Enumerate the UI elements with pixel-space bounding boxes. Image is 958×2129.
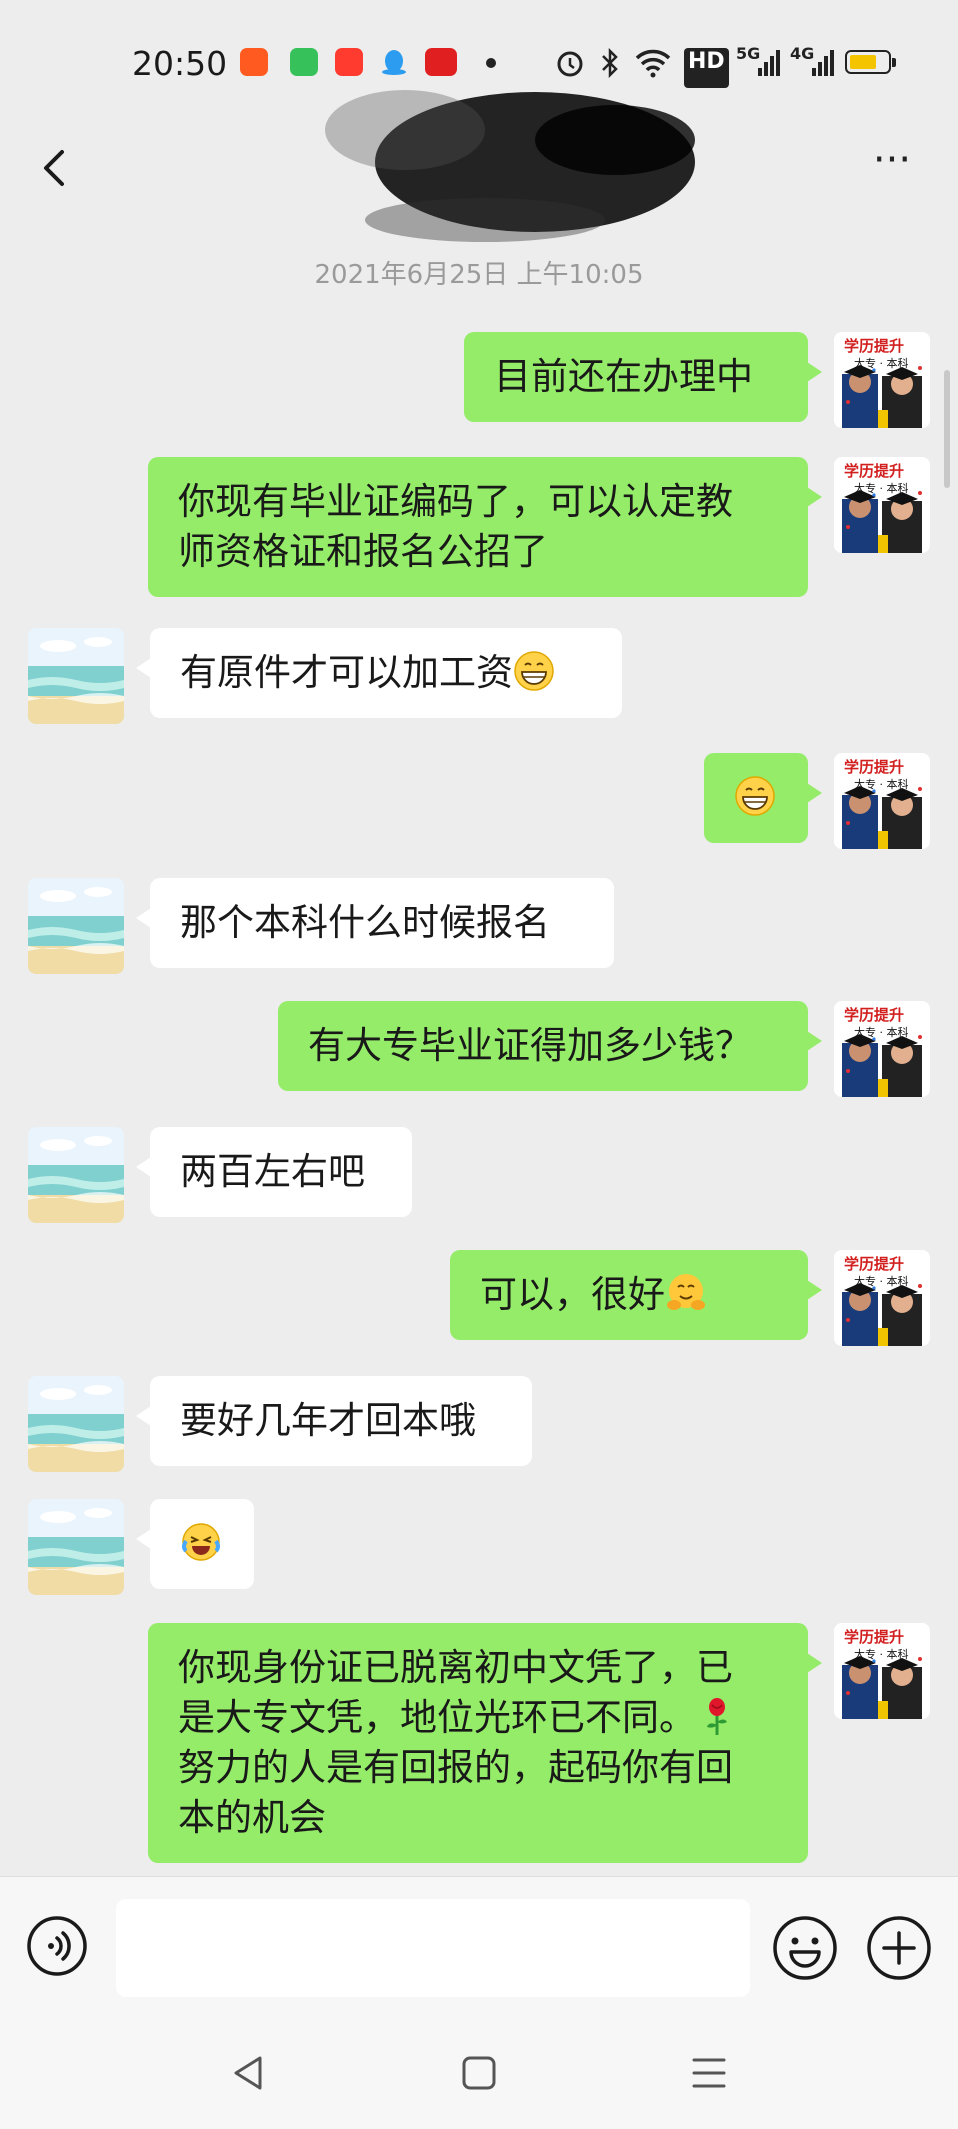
redacted-contact-name: [325, 90, 695, 242]
avatar-sub-text: 大专 · 本科: [854, 1026, 909, 1039]
self-avatar[interactable]: 学历提升 大专 · 本科: [834, 457, 930, 553]
hugging-face-icon: [665, 1272, 707, 1314]
message-bubble[interactable]: 有原件才可以加工资: [136, 628, 622, 718]
back-triangle-icon[interactable]: [226, 2050, 272, 2096]
avatar-sub-text: 大专 · 本科: [854, 1275, 909, 1288]
contact-avatar-beach-icon[interactable]: [28, 1499, 124, 1595]
laughing-tears-icon: [180, 1521, 222, 1563]
self-avatar[interactable]: 学历提升 大专 · 本科: [834, 1001, 930, 1097]
avatar-banner-text: 学历提升: [844, 1006, 905, 1024]
message-text: 两百左右吧: [180, 1150, 365, 1193]
contact-avatar-beach-icon[interactable]: [28, 878, 124, 974]
app-icon: [240, 48, 268, 76]
message-bubble[interactable]: 两百左右吧: [136, 1127, 412, 1217]
contact-avatar-beach-icon[interactable]: [28, 628, 124, 724]
more-options-button[interactable]: ···: [862, 140, 922, 200]
message-text: 那个本科什么时候报名: [180, 901, 550, 944]
message-bubble[interactable]: 有大专毕业证得加多少钱？: [278, 1001, 822, 1091]
avatar-banner-text: 学历提升: [844, 1255, 905, 1273]
self-avatar[interactable]: 学历提升 大专 · 本科: [834, 1250, 930, 1346]
status-time: 20:50: [132, 44, 228, 83]
chat-date-stamp: 2021年6月25日 上午10:05: [314, 260, 644, 290]
scrollbar[interactable]: [944, 370, 950, 488]
contact-avatar-beach-icon[interactable]: [28, 1376, 124, 1472]
message-text: 有原件才可以加工资: [180, 651, 513, 694]
avatar-sub-text: 大专 · 本科: [854, 1648, 909, 1661]
avatar-banner-text: 学历提升: [844, 337, 905, 355]
message-bubble[interactable]: 你现有毕业证编码了，可以认定教 师资格证和报名公招了: [148, 457, 822, 597]
plus-icon[interactable]: [866, 1915, 932, 1981]
message-bubble[interactable]: [704, 753, 822, 843]
message-text: 有大专毕业证得加多少钱？: [308, 1024, 752, 1067]
message-bubble[interactable]: 那个本科什么时候报名: [136, 878, 614, 968]
self-avatar[interactable]: 学历提升 大专 · 本科: [834, 753, 930, 849]
avatar-sub-text: 大专 · 本科: [854, 778, 909, 791]
avatar-banner-text: 学历提升: [844, 462, 905, 480]
home-square-icon[interactable]: [456, 2050, 502, 2096]
self-avatar[interactable]: 学历提升 大专 · 本科: [834, 1623, 930, 1719]
message-bubble[interactable]: 要好几年才回本哦: [136, 1376, 532, 1466]
signal-bars-icon: [812, 50, 834, 76]
avatar-sub-text: 大专 · 本科: [854, 482, 909, 495]
self-avatar[interactable]: 学历提升 大专 · 本科: [834, 332, 930, 428]
signal-5g-icon: 5G: [736, 44, 761, 63]
rose-icon: [696, 1695, 738, 1737]
emoji-face-icon[interactable]: [772, 1915, 838, 1981]
signal-4g-icon: 4G: [790, 44, 815, 63]
message-bubble[interactable]: 你现身份证已脱离初中文凭了，已 是大专文凭，地位光环已不同。 努力的人是有回报的…: [148, 1623, 822, 1863]
message-text: 可以，很好: [480, 1273, 665, 1316]
grin-icon: [513, 650, 555, 692]
message-text: 目前还在办理中: [494, 355, 753, 398]
message-bubble[interactable]: 可以，很好: [450, 1250, 822, 1340]
message-text: 要好几年才回本哦: [180, 1399, 476, 1442]
chevron-left-icon[interactable]: [30, 138, 80, 198]
message-bubble[interactable]: 目前还在办理中: [464, 332, 822, 422]
notification-dot: [486, 58, 496, 68]
message-input[interactable]: [116, 1899, 750, 1997]
system-nav-bar: [0, 2022, 958, 2129]
menu-lines-icon[interactable]: [686, 2050, 732, 2096]
avatar-banner-text: 学历提升: [844, 1628, 905, 1646]
voice-icon[interactable]: [26, 1915, 88, 1977]
grin-icon: [734, 775, 776, 817]
avatar-sub-text: 大专 · 本科: [854, 357, 909, 370]
message-bubble[interactable]: [136, 1499, 254, 1589]
message-text: 你现有毕业证编码了，可以认定教 师资格证和报名公招了: [178, 480, 733, 573]
battery-icon: [845, 50, 896, 74]
input-bar: [0, 1876, 958, 2023]
signal-bars-icon: [758, 50, 780, 76]
avatar-banner-text: 学历提升: [844, 758, 905, 776]
contact-avatar-beach-icon[interactable]: [28, 1127, 124, 1223]
